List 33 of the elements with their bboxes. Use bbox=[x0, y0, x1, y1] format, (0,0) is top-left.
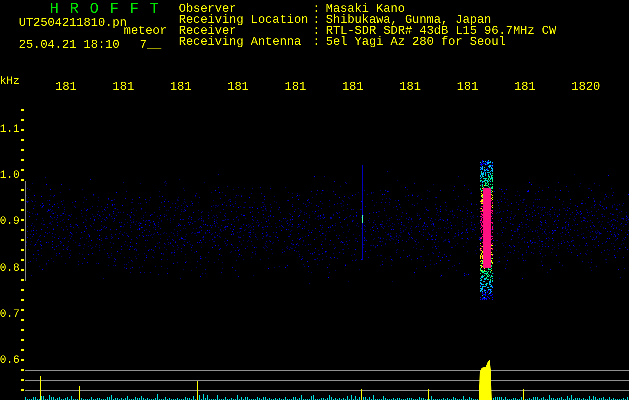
axis-tick-label: 1820 bbox=[572, 79, 602, 96]
axis-tick-label: 0.8 bbox=[0, 262, 20, 275]
info-label: Receiver bbox=[179, 26, 237, 37]
event-count: 7__ bbox=[140, 38, 162, 52]
info-separator: : bbox=[313, 15, 322, 26]
axis-tick-label: 181 bbox=[342, 79, 365, 96]
info-label: Observer bbox=[179, 4, 237, 15]
info-value: Masaki Kano bbox=[326, 4, 406, 15]
event-tag: meteor bbox=[124, 24, 168, 38]
info-label: Receiving Antenna bbox=[179, 37, 302, 48]
info-separator: : bbox=[313, 37, 322, 48]
axis-tick-label: 181 bbox=[112, 79, 136, 96]
axis-tick-label: 181 bbox=[514, 79, 537, 96]
axis-tick-label: 181 bbox=[284, 79, 308, 96]
info-separator: : bbox=[313, 26, 322, 37]
info-label: Receiving Location bbox=[179, 15, 310, 26]
info-value: 5el Yagi Az 280 for Seoul bbox=[326, 37, 508, 48]
axis-tick-label: 181 bbox=[170, 79, 193, 96]
info-separator: : bbox=[313, 4, 322, 15]
axis-tick-label: 0.9 bbox=[0, 216, 20, 228]
info-value: RTL-SDR SDR# 43dB L15 96.7MHz CW bbox=[326, 26, 556, 37]
info-value: Shibukawa, Gunma, Japan bbox=[326, 15, 492, 26]
axis-tick-label: 1.1 bbox=[0, 124, 20, 136]
app-title: H R O F F T bbox=[50, 2, 160, 18]
timestamp: 25.04.21 18:10 bbox=[19, 38, 120, 52]
axis-tick-label: 0.7 bbox=[0, 308, 20, 321]
axis-tick-label: 1.0 bbox=[0, 170, 20, 182]
axis-tick-label: 181 bbox=[456, 79, 480, 96]
axis-tick-label: 0.6 bbox=[0, 354, 20, 367]
axis-unit: kHz bbox=[0, 75, 21, 90]
axis-tick-label: 181 bbox=[400, 79, 422, 96]
axis-tick-label: 181 bbox=[228, 79, 250, 96]
axis-tick-label: 181 bbox=[55, 79, 78, 96]
